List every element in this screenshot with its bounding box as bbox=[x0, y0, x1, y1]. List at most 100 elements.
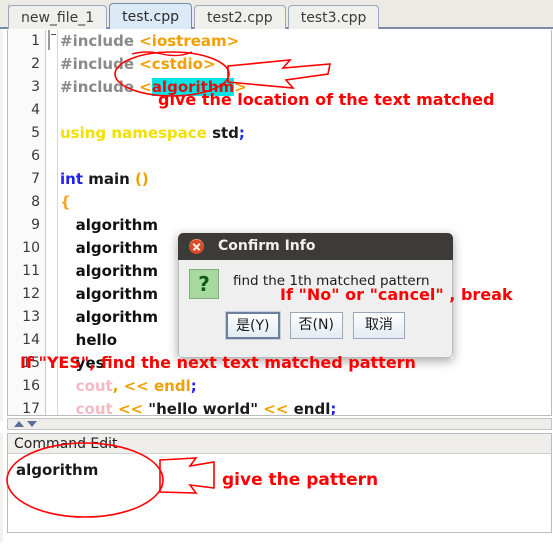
code-token: < bbox=[139, 78, 152, 96]
fold-marker[interactable] bbox=[47, 329, 57, 352]
dialog-button-row: 是(Y) 否(N) 取消 bbox=[179, 311, 452, 340]
code-line[interactable] bbox=[60, 145, 551, 168]
command-edit-frame: Command Edit algorithm bbox=[7, 433, 552, 533]
confirm-dialog[interactable]: Confirm Info ? find the 1th matched patt… bbox=[178, 233, 453, 358]
tab-strip: new_file_1 test.cpp test2.cpp test3.cpp bbox=[8, 3, 381, 29]
tab-new-file-1[interactable]: new_file_1 bbox=[8, 5, 108, 29]
code-token: { bbox=[60, 193, 71, 211]
line-number: 11 bbox=[22, 263, 40, 279]
fold-marker[interactable] bbox=[47, 122, 57, 145]
code-token: algorithm bbox=[60, 262, 158, 280]
tab-bar: new_file_1 test.cpp test2.cpp test3.cpp bbox=[0, 0, 553, 29]
fold-marker[interactable] bbox=[47, 145, 57, 168]
dialog-message: find the 1th matched pattern bbox=[233, 273, 430, 289]
code-token: main bbox=[88, 170, 136, 188]
line-number: 2 bbox=[31, 56, 40, 72]
line-number-gutter: 1 2 3 4 5 6 7 8 9 10 11 12 13 14 15 16 17 bbox=[8, 30, 46, 415]
code-token: std bbox=[212, 124, 239, 142]
code-token: cout bbox=[60, 377, 113, 395]
code-token: hello bbox=[60, 331, 118, 349]
fold-marker[interactable] bbox=[47, 398, 57, 415]
fold-marker[interactable] bbox=[47, 76, 57, 99]
fold-marker[interactable] bbox=[47, 352, 57, 375]
line-number: 14 bbox=[22, 332, 40, 348]
line-number: 16 bbox=[22, 378, 40, 394]
line-number: 1 bbox=[31, 33, 40, 49]
editor-splitter[interactable] bbox=[7, 418, 552, 430]
tab-test-cpp[interactable]: test.cpp bbox=[109, 3, 192, 29]
line-number: 8 bbox=[31, 194, 40, 210]
tab-test2-cpp[interactable]: test2.cpp bbox=[193, 5, 286, 29]
line-number: 3 bbox=[31, 79, 40, 95]
code-token: <cstdio> bbox=[139, 55, 216, 73]
line-number: 12 bbox=[22, 286, 40, 302]
code-line[interactable]: cout, << endl; bbox=[60, 375, 551, 398]
fold-marker[interactable] bbox=[47, 375, 57, 398]
fold-column[interactable] bbox=[47, 30, 58, 415]
code-token: ; bbox=[330, 400, 337, 416]
fold-marker[interactable] bbox=[47, 53, 57, 76]
fold-marker[interactable] bbox=[47, 99, 57, 122]
scroll-down-icon[interactable] bbox=[27, 421, 37, 427]
code-line[interactable]: #include <cstdio> bbox=[60, 53, 551, 76]
fold-marker[interactable] bbox=[47, 168, 57, 191]
fold-marker[interactable] bbox=[47, 237, 57, 260]
command-edit-label: Command Edit bbox=[8, 434, 551, 454]
fold-marker[interactable] bbox=[47, 283, 57, 306]
code-token: <iostream> bbox=[139, 32, 240, 50]
code-token: () bbox=[135, 170, 149, 188]
code-token: algorithm bbox=[60, 216, 158, 234]
code-line[interactable]: #include <algorithm> bbox=[60, 76, 551, 99]
code-token: int bbox=[60, 170, 89, 188]
code-line[interactable] bbox=[60, 99, 551, 122]
cancel-button[interactable]: 取消 bbox=[352, 312, 405, 339]
fold-marker[interactable] bbox=[47, 191, 57, 214]
fold-marker[interactable] bbox=[47, 306, 57, 329]
code-token: algorithm bbox=[60, 285, 158, 303]
code-token: , bbox=[112, 377, 124, 395]
code-token: ; bbox=[238, 124, 245, 142]
code-token: endl bbox=[293, 400, 331, 416]
code-line[interactable]: cout << "hello world" << endl; bbox=[60, 398, 551, 416]
code-line[interactable]: #include <iostream> bbox=[60, 30, 551, 53]
dialog-title-text: Confirm Info bbox=[218, 238, 316, 254]
code-line[interactable]: int main () bbox=[60, 168, 551, 191]
code-line[interactable]: using namespace std; bbox=[60, 122, 551, 145]
line-number: 9 bbox=[31, 217, 40, 233]
question-icon: ? bbox=[189, 269, 219, 299]
match-highlight: algorithm bbox=[151, 78, 235, 96]
scroll-up-icon[interactable] bbox=[14, 421, 24, 427]
line-number: 4 bbox=[31, 102, 40, 118]
code-token: #include bbox=[60, 78, 140, 96]
application-window: new_file_1 test.cpp test2.cpp test3.cpp 123… bbox=[0, 0, 553, 543]
code-token: > bbox=[234, 78, 247, 96]
fold-marker[interactable] bbox=[47, 214, 57, 237]
code-token: cout bbox=[60, 400, 118, 416]
line-number: 5 bbox=[31, 125, 40, 141]
code-line[interactable]: { bbox=[60, 191, 551, 214]
line-number: 13 bbox=[22, 309, 40, 325]
code-token: ; bbox=[190, 377, 197, 395]
code-token: << endl bbox=[123, 377, 191, 395]
dialog-title-bar: Confirm Info bbox=[178, 233, 453, 260]
dialog-body: ? find the 1th matched pattern 是(Y) 否(N) 取… bbox=[178, 260, 453, 358]
line-number: 15 bbox=[22, 355, 40, 371]
editor-pane: 1 2 3 4 5 6 7 8 9 10 11 12 13 14 15 16 17 #include <iost… bbox=[0, 29, 553, 430]
fold-marker[interactable] bbox=[47, 30, 57, 53]
line-number: 10 bbox=[22, 240, 40, 256]
tab-test3-cpp[interactable]: test3.cpp bbox=[287, 5, 380, 29]
command-edit-pane: Command Edit algorithm bbox=[0, 433, 553, 543]
line-number: 6 bbox=[31, 148, 40, 164]
editor-frame[interactable]: 1 2 3 4 5 6 7 8 9 10 11 12 13 14 15 16 17 #include <iost… bbox=[7, 30, 552, 416]
fold-marker[interactable] bbox=[47, 260, 57, 283]
line-number: 17 bbox=[22, 401, 40, 416]
no-button[interactable]: 否(N) bbox=[289, 312, 343, 339]
command-edit-input[interactable]: algorithm bbox=[8, 455, 551, 532]
code-token: using namespace bbox=[60, 124, 213, 142]
yes-button[interactable]: 是(Y) bbox=[225, 311, 281, 340]
code-token: << bbox=[263, 400, 294, 416]
code-token: #include bbox=[60, 32, 140, 50]
fold-collapse-icon[interactable] bbox=[48, 30, 50, 50]
close-icon[interactable] bbox=[189, 239, 204, 254]
code-token: yes bbox=[60, 354, 105, 372]
